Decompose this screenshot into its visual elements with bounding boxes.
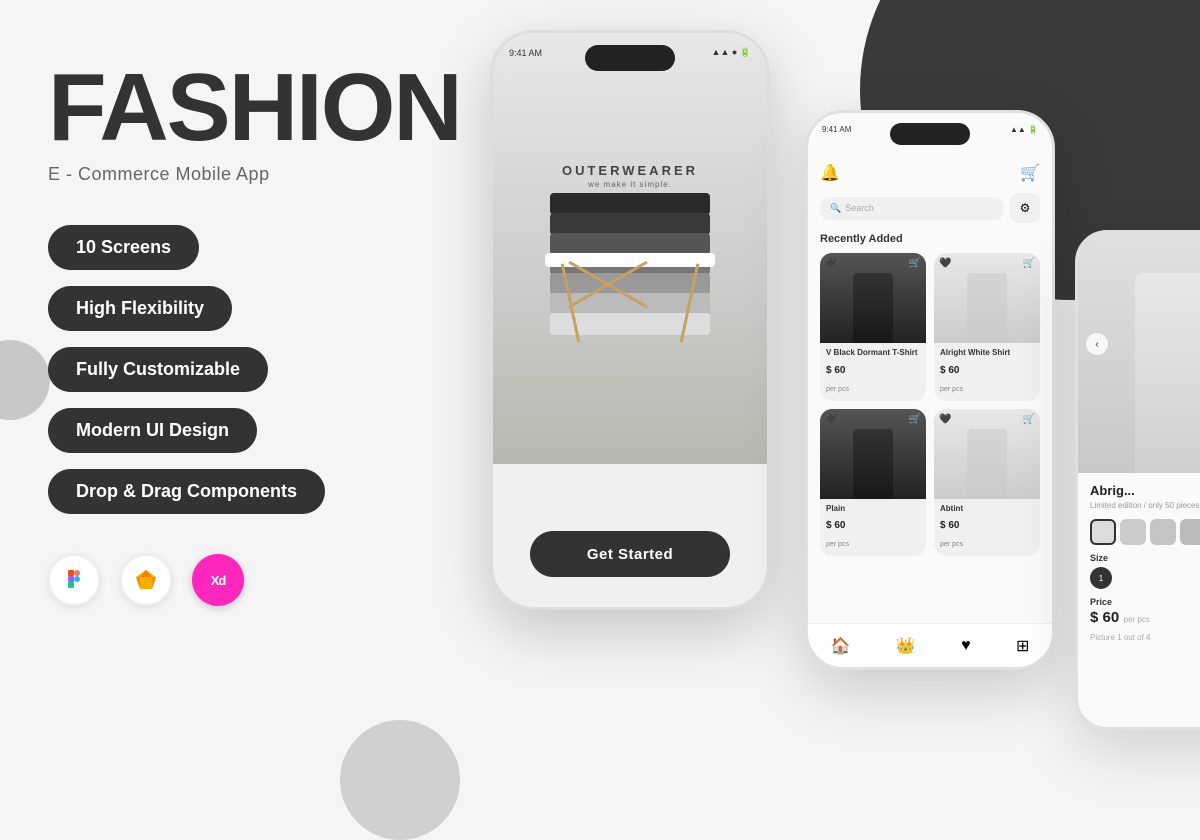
nav-grid-icon[interactable]: ⊞ — [1016, 636, 1029, 656]
phone-bottom-nav: 🏠 👑 ♥ ⊞ — [808, 623, 1052, 667]
prev-arrow[interactable]: ‹ — [1086, 333, 1108, 355]
phone-header-right: 🔔 🛒 — [820, 163, 1040, 183]
phone-inner-right: 🔔 🛒 🔍 Search ⚙ Recently Added — [808, 153, 1052, 667]
thumb-1[interactable] — [1090, 519, 1116, 545]
product-model-3 — [853, 429, 893, 499]
badge-flexibility: High Flexibility — [48, 286, 232, 331]
product-card-2[interactable]: 🖤 🛒 Alright White Shirt $ 60 per pcs — [934, 253, 1040, 401]
size-chip-1[interactable]: 1 — [1090, 567, 1112, 589]
cloth-layer-5 — [550, 273, 710, 295]
product-img-2: 🖤 🛒 — [934, 253, 1040, 343]
cart-icon-1: 🛒 — [909, 258, 921, 269]
size-row: 1 — [1090, 567, 1200, 589]
detail-nav-arrows: ‹ › — [1086, 333, 1200, 355]
bg-gray-circle-bottom — [340, 720, 460, 840]
bell-icon: 🔔 — [820, 163, 840, 183]
product-img-3: 🖤 🛒 — [820, 409, 926, 499]
subtitle: E - Commerce Mobile App — [48, 164, 488, 185]
heart-icon-1: 🖤 — [825, 258, 837, 269]
phone-bg-image: OUTERWEARER we make it simple. — [493, 33, 767, 464]
badge-screens: 10 Screens — [48, 225, 199, 270]
brand-label: OUTERWEARER we make it simple. — [562, 163, 698, 189]
nav-heart-icon[interactable]: ♥ — [961, 637, 971, 655]
main-title: FASHION — [48, 60, 488, 156]
product-info-3: Plain $ 60 per pcs — [820, 499, 926, 557]
cart-icon-3: 🛒 — [909, 414, 921, 425]
cart-icon-4: 🛒 — [1023, 414, 1035, 425]
price-value: $ 60 — [1090, 609, 1119, 626]
cart-icon: 🛒 — [1020, 163, 1040, 183]
badge-drag: Drop & Drag Components — [48, 469, 325, 514]
detail-img: ‹ › — [1078, 233, 1200, 473]
bg-gray-circle-left — [0, 340, 50, 420]
product-info-2: Alright White Shirt $ 60 per pcs — [934, 343, 1040, 401]
detail-subtitle: Limited edition / only 50 pieces — [1090, 500, 1200, 511]
product-model-1 — [853, 273, 893, 343]
size-label: Size — [1090, 553, 1200, 563]
heart-icon-2: 🖤 — [939, 258, 951, 269]
phone-frame-right: 9:41 AM ▲▲ 🔋 🔔 🛒 🔍 Search ⚙ Recently Add… — [805, 110, 1055, 670]
picture-label: Picture 1 out of 4 — [1090, 633, 1200, 642]
product-info-1: V Black Dormant T-Shirt $ 60 per pcs — [820, 343, 926, 401]
badge-customizable: Fully Customizable — [48, 347, 268, 392]
section-title: Recently Added — [820, 233, 1040, 245]
thumb-3[interactable] — [1150, 519, 1176, 545]
products-grid: 🖤 🛒 V Black Dormant T-Shirt $ 60 per pcs — [820, 253, 1040, 556]
phone-status-right: 9:41 AM ▲▲ 🔋 — [822, 125, 1038, 134]
search-row: 🔍 Search ⚙ — [820, 193, 1040, 223]
product-img-1: 🖤 🛒 — [820, 253, 926, 343]
filter-icon: ⚙ — [1020, 201, 1031, 215]
price-label: Price — [1090, 597, 1200, 607]
nav-store-icon[interactable]: 👑 — [896, 636, 916, 656]
product-card-3[interactable]: 🖤 🛒 Plain $ 60 per pcs — [820, 409, 926, 557]
phone-frame-center: 9:41 AM ▲▲ ● 🔋 OUTERWEARER we make it si… — [490, 30, 770, 610]
cloth-layer-1 — [550, 193, 710, 215]
detail-title: Abrig... — [1090, 483, 1200, 498]
detail-content: Abrig... Limited edition / only 50 piece… — [1078, 473, 1200, 652]
search-input[interactable]: 🔍 Search — [820, 197, 1004, 220]
badges-container: 10 Screens High Flexibility Fully Custom… — [48, 225, 488, 514]
product-img-4: 🖤 🛒 — [934, 409, 1040, 499]
thumb-row — [1090, 519, 1200, 545]
time-center: 9:41 AM — [509, 48, 542, 58]
search-icon: 🔍 — [830, 203, 841, 214]
heart-icon-3: 🖤 — [825, 414, 837, 425]
figma-icon — [48, 554, 100, 606]
product-card-4[interactable]: 🖤 🛒 Abtint $ 60 per pcs — [934, 409, 1040, 557]
product-model-2 — [967, 273, 1007, 343]
thumb-2[interactable] — [1120, 519, 1146, 545]
cart-icon-2: 🛒 — [1023, 258, 1035, 269]
phone-content-center: OUTERWEARER we make it simple. — [493, 33, 767, 607]
xd-icon: Xd — [192, 554, 244, 606]
phone-right: 9:41 AM ▲▲ 🔋 🔔 🛒 🔍 Search ⚙ Recently Add… — [805, 110, 1055, 670]
filter-button[interactable]: ⚙ — [1010, 193, 1040, 223]
signal-right: ▲▲ 🔋 — [1010, 125, 1038, 134]
product-info-4: Abtint $ 60 per pcs — [934, 499, 1040, 557]
phone-center: 9:41 AM ▲▲ ● 🔋 OUTERWEARER we make it si… — [490, 30, 770, 610]
detail-model-figure — [1135, 273, 1200, 473]
cloth-layer-3 — [550, 233, 710, 255]
product-card-1[interactable]: 🖤 🛒 V Black Dormant T-Shirt $ 60 per pcs — [820, 253, 926, 401]
price-per: per pcs — [1124, 615, 1150, 624]
cloth-layer-2 — [550, 213, 710, 235]
phone-frame-detail: ‹ › Abrig... Limited edition / only 50 p… — [1075, 230, 1200, 730]
signal-center: ▲▲ ● 🔋 — [712, 47, 751, 58]
heart-icon-4: 🖤 — [939, 414, 951, 425]
thumb-4[interactable] — [1180, 519, 1200, 545]
nav-home-icon[interactable]: 🏠 — [831, 636, 851, 656]
badge-ui: Modern UI Design — [48, 408, 257, 453]
left-section: FASHION E - Commerce Mobile App 10 Scree… — [48, 60, 488, 606]
phone-detail: ‹ › Abrig... Limited edition / only 50 p… — [1075, 230, 1200, 730]
sketch-icon — [120, 554, 172, 606]
product-model-4 — [967, 429, 1007, 499]
get-started-button[interactable]: Get Started — [530, 531, 730, 577]
time-right: 9:41 AM — [822, 125, 851, 134]
tools-row: Xd — [48, 554, 488, 606]
phone-status-bar-center: 9:41 AM ▲▲ ● 🔋 — [509, 47, 751, 58]
